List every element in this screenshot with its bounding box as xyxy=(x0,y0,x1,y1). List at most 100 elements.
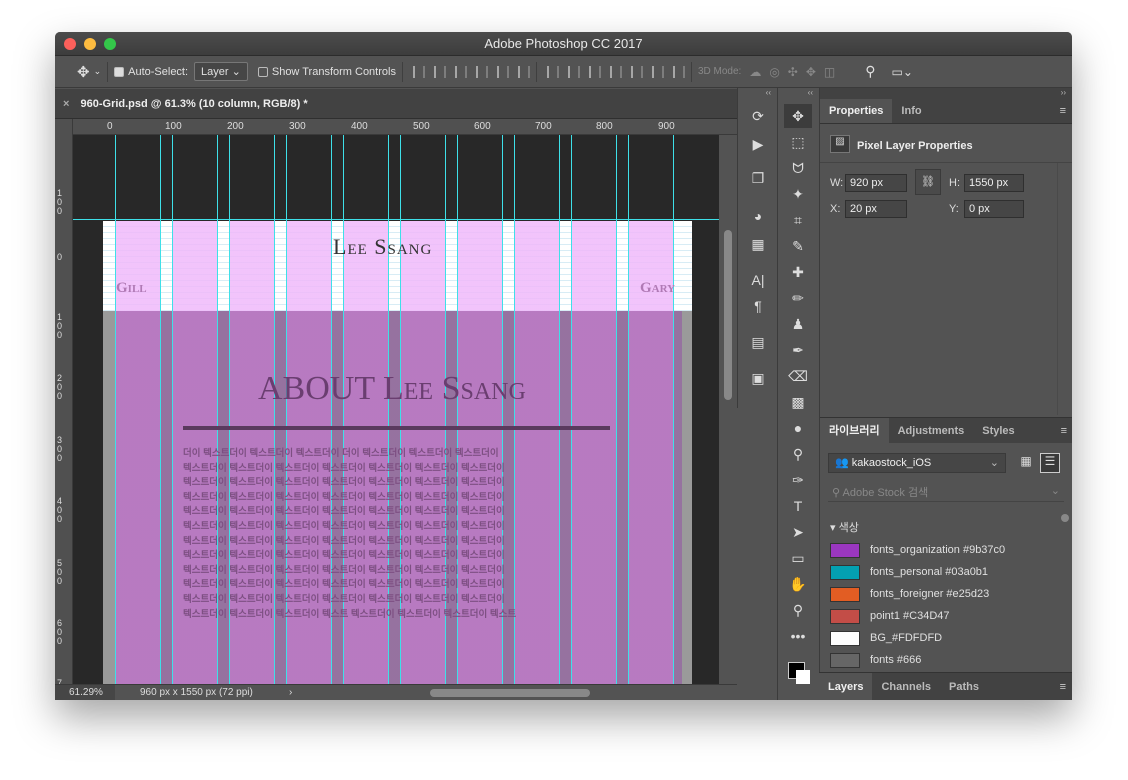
tab-libraries[interactable]: 라이브러리 xyxy=(820,418,889,444)
pen-tool-icon[interactable]: ✑ xyxy=(784,468,812,492)
link-icon[interactable]: ⛓ xyxy=(915,169,941,195)
zoom-window-button[interactable] xyxy=(104,38,116,50)
paragraph-icon[interactable]: ¶ xyxy=(744,294,772,318)
chevron-right-icon[interactable]: › xyxy=(289,685,292,700)
show-transform-checkbox[interactable] xyxy=(257,66,268,77)
library-color-item[interactable]: point1 #C34D47 xyxy=(820,605,1056,627)
scroll-thumb[interactable] xyxy=(724,230,732,400)
character-icon[interactable]: A| xyxy=(744,268,772,292)
collapse-arrows-icon[interactable]: ‹‹ xyxy=(738,88,777,100)
library-color-item[interactable]: fonts_personal #03a0b1 xyxy=(820,561,1056,583)
actions-play-icon[interactable]: ▶ xyxy=(744,132,772,156)
background-color[interactable] xyxy=(796,670,810,684)
user-icon: 👥 xyxy=(835,457,849,469)
chevron-down-icon: ⌄ xyxy=(989,457,999,469)
properties-scrollbar[interactable] xyxy=(1057,163,1072,415)
properties-icon[interactable]: ▣ xyxy=(744,366,772,390)
x-field[interactable]: 20 px xyxy=(845,200,907,218)
width-field[interactable]: 920 px xyxy=(845,174,907,192)
align-buttons[interactable] xyxy=(412,65,530,78)
tab-info[interactable]: Info xyxy=(892,99,930,123)
library-color-item[interactable]: fonts #666 xyxy=(820,649,1056,671)
panel-menu-icon[interactable]: ≡ xyxy=(1060,99,1066,123)
minimize-window-button[interactable] xyxy=(84,38,96,50)
height-field[interactable]: 1550 px xyxy=(964,174,1024,192)
chevron-down-icon[interactable]: ⌄ xyxy=(94,66,102,77)
tab-layers[interactable]: Layers xyxy=(819,673,873,700)
photoshop-window: Adobe Photoshop CC 2017 ✥ ⌄ Auto-Select:… xyxy=(55,32,1072,700)
path-selection-tool-icon[interactable]: ➤ xyxy=(784,520,812,544)
color-swatch xyxy=(830,586,860,602)
horizontal-scroll-thumb[interactable] xyxy=(430,689,590,697)
y-field[interactable]: 0 px xyxy=(964,200,1024,218)
auto-select-checkbox[interactable] xyxy=(114,66,125,77)
gradient-tool-icon[interactable]: ▩ xyxy=(784,390,812,414)
tab-channels[interactable]: Channels xyxy=(872,673,940,700)
nav-left: Gill xyxy=(116,280,147,296)
scroll-thumb[interactable] xyxy=(1061,514,1069,522)
dodge-tool-icon[interactable]: ⚲ xyxy=(784,442,812,466)
document-canvas[interactable]: Lee Ssang Gill Gary ABOUT Lee Ssang 더이 텍… xyxy=(73,135,719,684)
3d-mode-icons[interactable]: ☁◎✣✥◫ xyxy=(749,65,843,79)
color-swatch xyxy=(830,630,860,646)
history-brush-tool-icon[interactable]: ✒ xyxy=(784,338,812,362)
color-palette-icon[interactable]: ◕ xyxy=(744,204,772,228)
library-scrollbar[interactable] xyxy=(1058,508,1072,671)
search-icon[interactable]: ⚲ xyxy=(865,63,875,80)
chevron-down-icon: ⌄ xyxy=(1050,485,1060,497)
document-tab[interactable]: × 960-Grid.psd @ 61.3% (10 column, RGB/8… xyxy=(55,89,737,119)
type-tool-icon[interactable]: T xyxy=(784,494,812,518)
distribute-buttons[interactable] xyxy=(546,65,685,78)
auto-select-dropdown[interactable]: Layer ⌄ xyxy=(194,62,248,81)
eyedropper-tool-icon[interactable]: ✎ xyxy=(784,234,812,258)
library-color-item[interactable]: fonts_foreigner #e25d23 xyxy=(820,583,1056,605)
healing-brush-tool-icon[interactable]: ✚ xyxy=(784,260,812,284)
lasso-tool-icon[interactable]: ᗢ xyxy=(784,156,812,180)
close-icon[interactable]: × xyxy=(63,98,69,110)
tab-adjustments[interactable]: Adjustments xyxy=(889,418,974,444)
grid-view-icon[interactable]: ▦ xyxy=(1017,454,1035,472)
library-color-item[interactable]: fonts_organization #9b37c0 xyxy=(820,539,1056,561)
rectangle-tool-icon[interactable]: ▭ xyxy=(784,546,812,570)
marquee-tool-icon[interactable]: ⬚ xyxy=(784,130,812,154)
panel-menu-icon[interactable]: ≡ xyxy=(1061,418,1067,443)
zoom-tool-icon[interactable]: ⚲ xyxy=(784,598,812,622)
more-tools-icon[interactable]: ••• xyxy=(784,624,812,648)
workspace-icon[interactable]: ▭⌄ xyxy=(892,65,913,79)
stamp-tool-icon[interactable]: ♟ xyxy=(784,312,812,336)
crop-tool-icon[interactable]: ⌗ xyxy=(784,208,812,232)
notes-icon[interactable]: ▤ xyxy=(744,330,772,354)
title-bar: Adobe Photoshop CC 2017 xyxy=(55,32,1072,56)
stock-search-input[interactable]: ⚲ Adobe Stock 검색 ⌄ xyxy=(828,482,1064,502)
eraser-tool-icon[interactable]: ⌫ xyxy=(784,364,812,388)
list-view-icon[interactable]: ☰ xyxy=(1040,453,1060,473)
tab-paths[interactable]: Paths xyxy=(940,673,988,700)
toolbox-collapse-icon[interactable]: ‹‹ xyxy=(778,88,819,100)
magic-wand-tool-icon[interactable]: ✦ xyxy=(784,182,812,206)
window-title: Adobe Photoshop CC 2017 xyxy=(484,36,643,51)
tab-styles[interactable]: Styles xyxy=(973,418,1023,444)
swatches-grid-icon[interactable]: ▦ xyxy=(744,232,772,256)
hand-tool-icon[interactable]: ✋ xyxy=(784,572,812,596)
options-bar: ✥ ⌄ Auto-Select: Layer ⌄ Show Transform … xyxy=(55,56,1072,88)
tab-properties[interactable]: Properties xyxy=(820,99,893,123)
history-icon[interactable]: ⟳ xyxy=(744,104,772,128)
pixel-layer-icon: ▨ xyxy=(830,135,850,153)
library-color-item[interactable]: BG_#FDFDFD xyxy=(820,627,1056,649)
move-tool-icon[interactable]: ✥ xyxy=(784,104,812,128)
collapsed-panels: ‹‹ ⟳ ▶ ❐ ◕ ▦ A| ¶ ▤ ▣ xyxy=(737,88,777,408)
clone-source-icon[interactable]: ❐ xyxy=(744,166,772,190)
library-dropdown[interactable]: 👥 kakaostock_iOS ⌄ xyxy=(828,453,1006,473)
panel-menu-icon[interactable]: ≡ xyxy=(1060,673,1066,700)
brush-tool-icon[interactable]: ✏ xyxy=(784,286,812,310)
zoom-level[interactable]: 61.29% xyxy=(55,685,115,700)
blur-tool-icon[interactable]: ● xyxy=(784,416,812,440)
move-tool-icon[interactable]: ✥ xyxy=(77,63,90,81)
properties-tabs: Properties Info ≡ xyxy=(820,99,1072,124)
3d-mode-label: 3D Mode: xyxy=(697,66,742,77)
colors-section-header[interactable]: ▾ 색상 xyxy=(830,519,859,535)
vertical-scrollbar[interactable] xyxy=(719,135,737,684)
show-transform-label: Show Transform Controls xyxy=(271,65,396,78)
close-window-button[interactable] xyxy=(64,38,76,50)
color-swatches[interactable] xyxy=(784,650,813,684)
